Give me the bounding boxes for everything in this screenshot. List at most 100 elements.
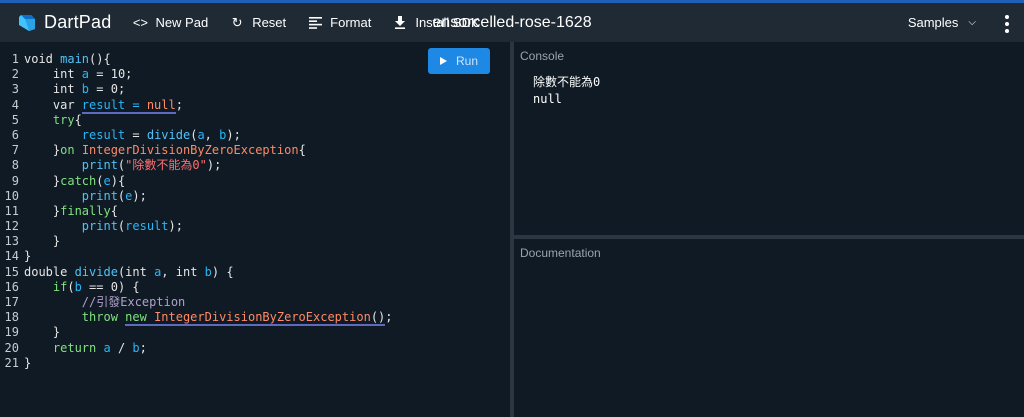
code-token: ;: [139, 340, 147, 355]
line-text: }: [24, 249, 31, 264]
line-text: }: [24, 356, 31, 371]
code-brackets-icon: <>: [132, 15, 149, 30]
code-token: IntegerDivisionByZeroException: [81, 143, 299, 158]
run-label: Run: [455, 54, 478, 68]
code-token: result: [125, 219, 169, 234]
code-token: divide: [74, 264, 118, 279]
code-token: );: [132, 188, 147, 203]
code-lines[interactable]: 1 void main(){2 int a = 10; 3 int b = 0; 4 …: [0, 52, 393, 371]
line-text: }on IntegerDivisionByZeroException{: [24, 143, 306, 158]
code-line[interactable]: 21}: [0, 356, 393, 371]
code-line[interactable]: 8 print("除數不能為0");: [0, 158, 393, 173]
line-number: 5: [11, 112, 19, 127]
code-token: b: [204, 264, 212, 279]
code-token: 0: [110, 82, 118, 97]
code-token: double: [24, 264, 75, 279]
line-number: 9: [11, 173, 19, 188]
code-token: 0: [110, 279, 118, 294]
format-button[interactable]: Format: [308, 15, 371, 30]
reset-label: Reset: [252, 15, 287, 30]
code-line[interactable]: 19 }: [0, 325, 393, 340]
download-icon: [393, 16, 407, 30]
line-number: 1: [11, 52, 19, 66]
code-line[interactable]: 6 result = divide(a, b);: [0, 128, 393, 143]
line-number: 20: [4, 340, 19, 355]
more-options-button[interactable]: [1004, 15, 1010, 33]
code-token: );: [226, 127, 241, 142]
line-text: var result = null;: [24, 97, 183, 114]
code-token: "除數不能為0": [125, 158, 207, 173]
code-line[interactable]: 11 }finally{: [0, 204, 393, 219]
line-text: if(b == 0) {: [24, 280, 140, 295]
console-line: 除數不能為0: [533, 75, 601, 89]
line-text: int b = 0;: [24, 82, 125, 97]
code-line[interactable]: 14}: [0, 249, 393, 264]
code-token: if: [24, 279, 68, 294]
samples-label: Samples: [907, 15, 959, 30]
code-token: on: [60, 143, 82, 158]
code-line[interactable]: 5 try{: [0, 113, 393, 128]
line-text: print("除數不能為0");: [24, 158, 222, 173]
dart-logo-icon: [19, 14, 35, 31]
code-token: throw: [24, 310, 126, 325]
code-token: catch: [60, 173, 97, 188]
code-line[interactable]: 1 void main(){: [0, 52, 393, 67]
code-token: );: [168, 219, 183, 234]
code-token: 10: [110, 67, 126, 82]
chevron-down-icon: ⌵: [968, 17, 976, 28]
code-token: var: [24, 97, 82, 112]
dartpad-logo[interactable]: DartPad: [17, 12, 111, 33]
code-token: void: [24, 52, 61, 66]
code-token: }: [24, 355, 32, 370]
code-token: ==: [81, 279, 111, 294]
code-token: return: [24, 340, 104, 355]
code-line[interactable]: 2 int a = 10;: [0, 67, 393, 82]
run-button[interactable]: Run: [428, 48, 490, 74]
code-token: IntegerDivisionByZeroException: [154, 310, 371, 327]
line-number: 16: [4, 279, 19, 294]
line-number: 14: [4, 249, 19, 264]
code-line[interactable]: 18 throw new IntegerDivisionByZeroExcept…: [0, 310, 393, 327]
app-header: DartPad <> New Pad ↻ Reset Format Instal…: [0, 3, 1024, 43]
code-token: }: [24, 234, 61, 249]
code-token: a: [103, 340, 111, 355]
code-token: a: [81, 67, 90, 82]
line-text: }: [24, 325, 60, 340]
console-line: null: [533, 92, 562, 106]
code-token: int: [24, 67, 82, 82]
code-token: e: [103, 173, 111, 188]
code-line[interactable]: 3 int b = 0;: [0, 82, 393, 97]
format-label: Format: [330, 15, 372, 30]
line-text: return a / b;: [24, 341, 147, 356]
code-token: divide: [146, 127, 191, 142]
code-token: b: [81, 82, 90, 97]
code-line[interactable]: 7 }on IntegerDivisionByZeroException{: [0, 143, 393, 158]
kebab-dot: [1005, 22, 1009, 26]
code-token: }: [24, 173, 61, 188]
line-text: int a = 10;: [24, 67, 133, 82]
reset-button[interactable]: ↻ Reset: [230, 15, 287, 31]
code-line[interactable]: 16 if(b == 0) {: [0, 280, 393, 295]
code-token: );: [206, 158, 222, 173]
code-token: print: [24, 188, 118, 203]
new-pad-button[interactable]: <> New Pad: [133, 15, 208, 30]
code-token: =: [125, 127, 147, 142]
code-token: null: [146, 97, 176, 114]
code-token: ) {: [117, 279, 140, 294]
code-line[interactable]: 10 print(e);: [0, 189, 393, 204]
code-line[interactable]: 12 print(result);: [0, 219, 393, 234]
code-line[interactable]: 17 //引發Exception: [0, 295, 393, 310]
code-line[interactable]: 20 return a / b;: [0, 341, 393, 356]
format-align-icon: [308, 16, 322, 30]
code-line[interactable]: 9 }catch(e){: [0, 174, 393, 189]
code-line[interactable]: 15 double divide(int a, int b) {: [0, 265, 393, 280]
code-editor[interactable]: 1 void main(){2 int a = 10; 3 int b = 0; 4 …: [0, 42, 510, 417]
line-text: void main(){: [24, 52, 111, 67]
line-number: 8: [11, 158, 19, 173]
line-text: throw new IntegerDivisionByZeroException…: [24, 310, 393, 327]
samples-dropdown[interactable]: Samples ⌵: [908, 15, 976, 30]
pad-title[interactable]: ensorcelled-rose-1628: [432, 14, 591, 31]
code-line[interactable]: 13 }: [0, 234, 393, 249]
code-line[interactable]: 4 var result = null;: [0, 97, 393, 114]
code-token: result: [24, 127, 126, 142]
